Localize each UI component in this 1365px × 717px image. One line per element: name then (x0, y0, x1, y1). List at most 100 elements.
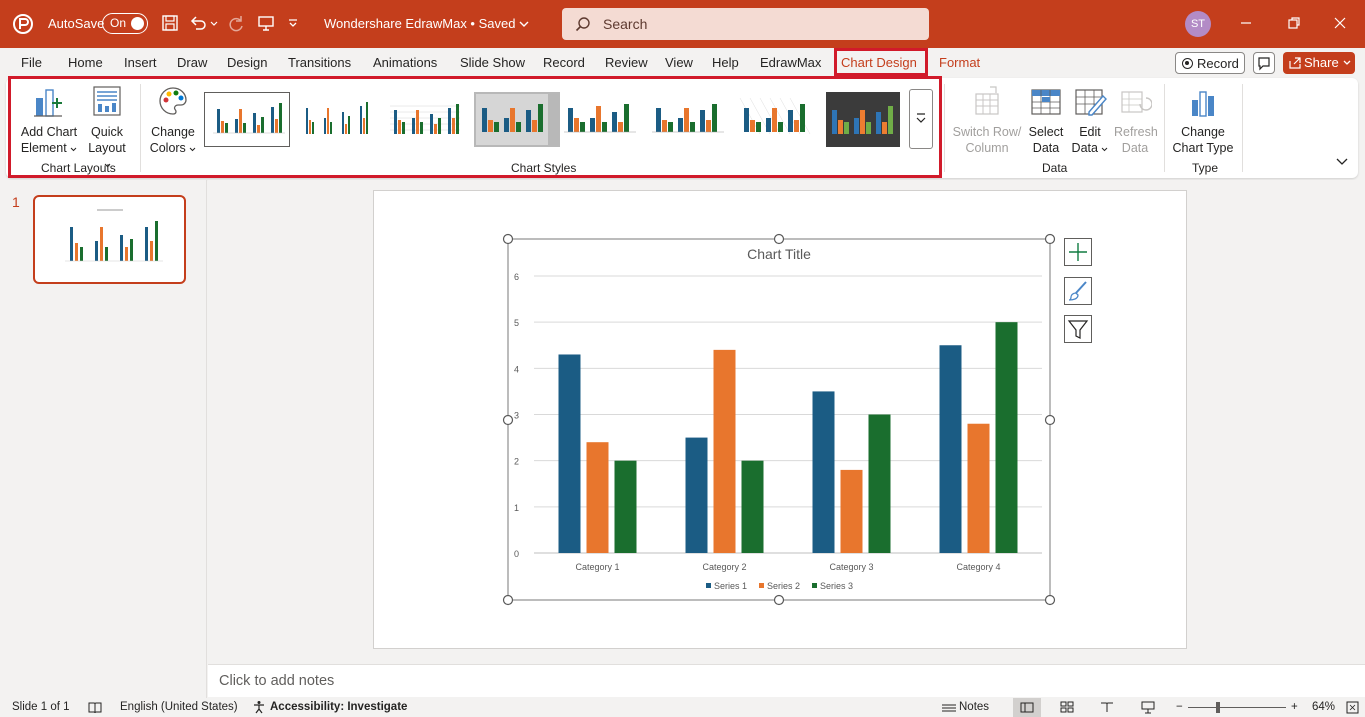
zoom-slider[interactable] (1188, 707, 1286, 708)
ribbon-separator (1242, 84, 1243, 172)
bar[interactable] (995, 322, 1018, 553)
tab-edrawmax[interactable]: EdrawMax (760, 55, 821, 70)
status-bar: Slide 1 of 1 English (United States) Acc… (0, 698, 1365, 717)
zoom-in-button[interactable]: + (1291, 701, 1298, 713)
bar[interactable] (741, 460, 764, 553)
tab-design[interactable]: Design (227, 55, 267, 70)
tab-view[interactable]: View (665, 55, 693, 70)
resize-handle[interactable] (1044, 414, 1056, 426)
bar[interactable] (967, 423, 990, 553)
switch-row-column-label-1: Switch Row/ (952, 125, 1022, 139)
resize-handle[interactable] (502, 233, 514, 245)
share-button[interactable]: Share (1283, 52, 1355, 74)
search-box[interactable]: Search (562, 8, 929, 40)
resize-handle[interactable] (773, 594, 785, 606)
bar[interactable] (713, 349, 736, 553)
record-button[interactable]: Record (1175, 52, 1245, 74)
change-chart-type-icon (1192, 91, 1214, 117)
tab-transitions[interactable]: Transitions (288, 55, 351, 70)
comments-button[interactable] (1253, 52, 1275, 74)
bar[interactable] (685, 437, 708, 553)
minimize-icon[interactable] (1236, 13, 1256, 33)
tab-slide-show[interactable]: Slide Show (460, 55, 525, 70)
tab-file[interactable]: File (21, 55, 42, 70)
legend-swatch (706, 583, 711, 588)
tab-help[interactable]: Help (712, 55, 739, 70)
normal-view-button[interactable] (1013, 698, 1041, 717)
avatar[interactable]: ST (1185, 11, 1211, 37)
zoom-slider-thumb[interactable] (1216, 702, 1220, 713)
x-tick-label: Category 4 (956, 562, 1000, 572)
bar[interactable] (812, 391, 835, 553)
language[interactable]: English (United States) (120, 701, 238, 713)
redo-icon[interactable] (226, 13, 246, 33)
bar[interactable] (840, 469, 863, 553)
tab-record[interactable]: Record (543, 55, 585, 70)
bar[interactable] (868, 414, 891, 554)
chart-elements-button[interactable] (1064, 238, 1092, 266)
y-tick-label: 3 (514, 411, 519, 421)
bar[interactable] (558, 354, 581, 553)
customize-toolbar-icon[interactable] (286, 13, 300, 33)
chart[interactable]: Chart Title 0 1 2 3 4 5 6 Category 1 Category 2… (500, 232, 1060, 608)
restore-icon[interactable] (1284, 13, 1304, 33)
edit-data-button[interactable]: Edit Data (1070, 84, 1110, 156)
close-icon[interactable] (1330, 13, 1350, 33)
title-bar: AutoSave On Wondershare EdrawMax • Saved… (0, 0, 1365, 48)
document-title[interactable]: Wondershare EdrawMax • Saved (324, 16, 529, 31)
tab-animations[interactable]: Animations (373, 55, 437, 70)
tab-format[interactable]: Format (939, 55, 980, 70)
record-icon (1182, 58, 1193, 69)
y-tick-label: 2 (514, 457, 519, 467)
ribbon-separator (944, 84, 945, 172)
tab-home[interactable]: Home (68, 55, 103, 70)
slide-thumbnail[interactable] (33, 195, 186, 284)
present-icon[interactable] (256, 13, 276, 33)
slideshow-icon[interactable] (1140, 700, 1156, 714)
notes-pane[interactable]: Click to add notes (208, 664, 1365, 697)
edit-data-icon (1075, 89, 1107, 116)
collapse-ribbon-icon[interactable] (1336, 158, 1348, 166)
switch-row-column-button[interactable]: Switch Row/ Column (950, 84, 1024, 156)
chart-styles-button[interactable] (1064, 277, 1092, 305)
resize-handle[interactable] (1044, 233, 1056, 245)
resize-handle[interactable] (773, 233, 785, 245)
ribbon-separator (1164, 84, 1165, 172)
chevron-down-icon (1102, 147, 1108, 152)
chart-title[interactable]: Chart Title (747, 246, 811, 262)
search-icon (575, 17, 590, 32)
fit-to-window-icon[interactable] (1346, 701, 1359, 714)
zoom-out-button[interactable]: − (1176, 701, 1183, 713)
legend-label: Series 1 (714, 581, 747, 591)
app-logo-icon (13, 14, 33, 34)
undo-icon[interactable] (188, 13, 208, 33)
bar[interactable] (614, 460, 637, 553)
select-data-button[interactable]: Select Data (1028, 84, 1064, 156)
spelling-book-icon[interactable] (88, 701, 102, 714)
change-chart-type-button[interactable]: Change Chart Type (1170, 84, 1236, 156)
resize-handle[interactable] (502, 414, 514, 426)
slide-sorter-icon[interactable] (1060, 701, 1074, 713)
notes-button[interactable]: Notes (959, 701, 989, 713)
tab-review[interactable]: Review (605, 55, 648, 70)
bar[interactable] (939, 345, 962, 553)
reading-view-icon[interactable] (1100, 701, 1114, 713)
y-tick-label: 5 (514, 318, 519, 328)
brush-icon (1068, 281, 1087, 301)
accessibility-status[interactable]: Accessibility: Investigate (270, 701, 407, 713)
autosave-state: On (110, 16, 127, 30)
resize-handle[interactable] (1044, 594, 1056, 606)
chart-filters-button[interactable] (1064, 315, 1092, 343)
autosave-toggle[interactable]: On (102, 13, 148, 34)
tab-draw[interactable]: Draw (177, 55, 207, 70)
slide-thumbnail-preview (65, 209, 163, 262)
bar[interactable] (586, 442, 609, 553)
chevron-down-icon (519, 21, 529, 27)
resize-handle[interactable] (502, 594, 514, 606)
undo-dropdown-icon[interactable] (209, 13, 219, 33)
search-placeholder: Search (603, 16, 648, 32)
save-icon[interactable] (160, 13, 180, 33)
zoom-level[interactable]: 64% (1312, 701, 1335, 713)
tab-insert[interactable]: Insert (124, 55, 157, 70)
refresh-data-button[interactable]: Refresh Data (1114, 84, 1158, 156)
